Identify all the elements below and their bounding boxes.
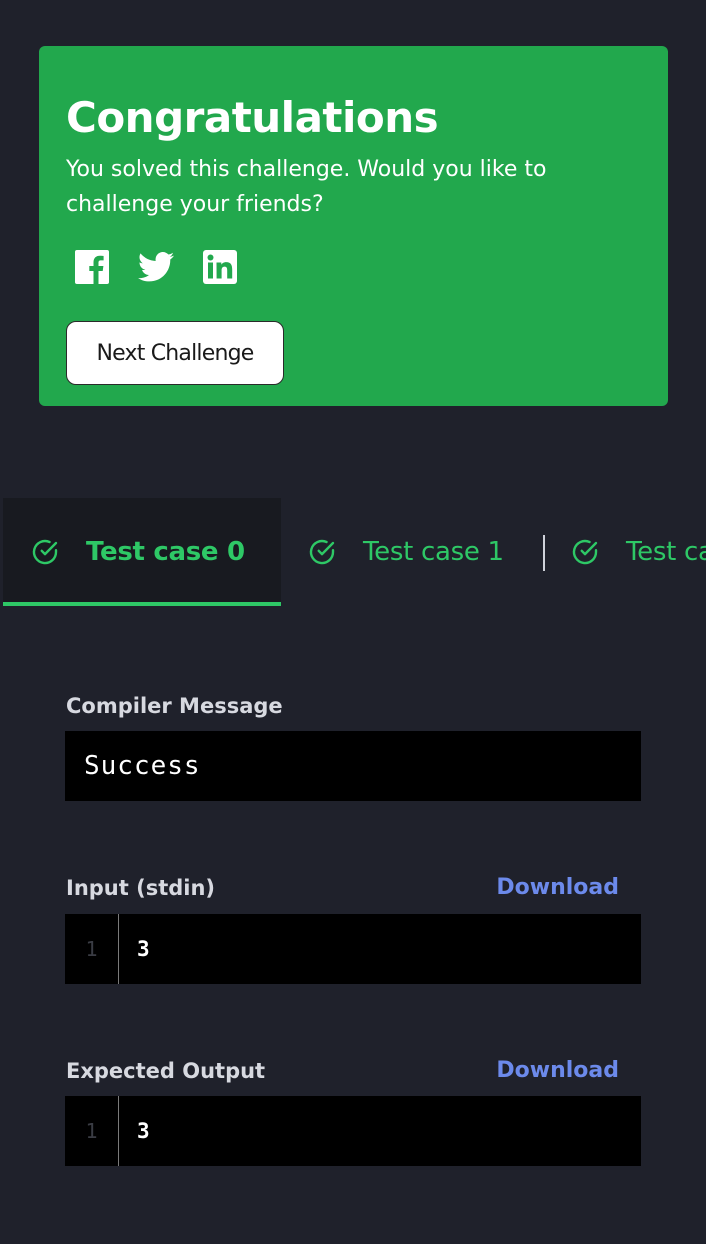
banner-title: Congratulations [66,93,439,142]
line-number: 1 [65,914,119,984]
compiler-message-box: Success [65,731,641,801]
test-case-tabs: Test case 0 Test case 1 Test case 2 [0,498,706,606]
expected-output-download-link[interactable]: Download [496,1057,619,1085]
share-buttons [73,247,239,287]
input-label: Input (stdin) [66,876,216,900]
tab-test-case-0[interactable]: Test case 0 [3,498,281,606]
input-code-box: 1 3 [65,914,641,984]
tab-label: Test case 1 [363,537,504,567]
expected-output-label: Expected Output [66,1059,266,1083]
check-circle-icon [32,539,58,565]
facebook-icon[interactable] [73,248,111,286]
tab-test-case-1[interactable]: Test case 1 [281,498,543,606]
tab-test-case-2[interactable]: Test case 2 [545,498,706,606]
compiler-message-value: Success [84,751,201,781]
code-line: 3 [137,1119,150,1143]
code-line: 3 [137,937,150,961]
twitter-icon[interactable] [137,248,175,286]
banner-message: You solved this challenge. Would you lik… [66,157,547,217]
line-number: 1 [65,1096,119,1166]
app-root: Congratulations You solved this challeng… [0,0,706,1244]
check-circle-icon [572,539,598,565]
linkedin-icon[interactable] [201,248,239,286]
compiler-message-label: Compiler Message [66,694,283,718]
input-download-link[interactable]: Download [496,874,619,902]
tab-label: Test case 2 [626,537,706,567]
check-circle-icon [309,539,335,565]
expected-output-code-box: 1 3 [65,1096,641,1166]
success-banner: Congratulations You solved this challeng… [39,46,668,406]
next-challenge-button[interactable]: Next Challenge [66,321,284,385]
tab-label: Test case 0 [86,537,245,567]
